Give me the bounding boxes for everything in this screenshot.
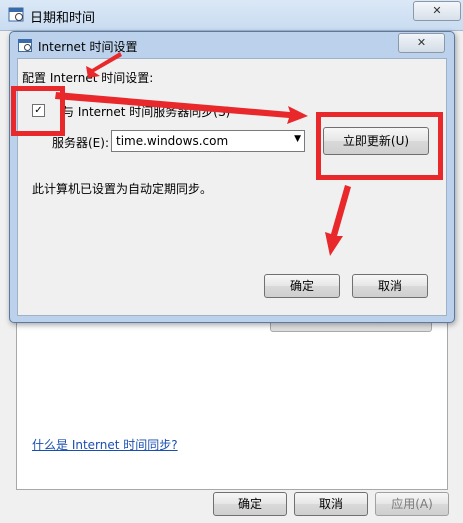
annotation-arrow-1 — [86, 52, 122, 78]
annotation-arrow-3 — [325, 185, 351, 256]
annotation-arrows — [55, 52, 351, 256]
annotation-arrow-2 — [55, 92, 308, 124]
